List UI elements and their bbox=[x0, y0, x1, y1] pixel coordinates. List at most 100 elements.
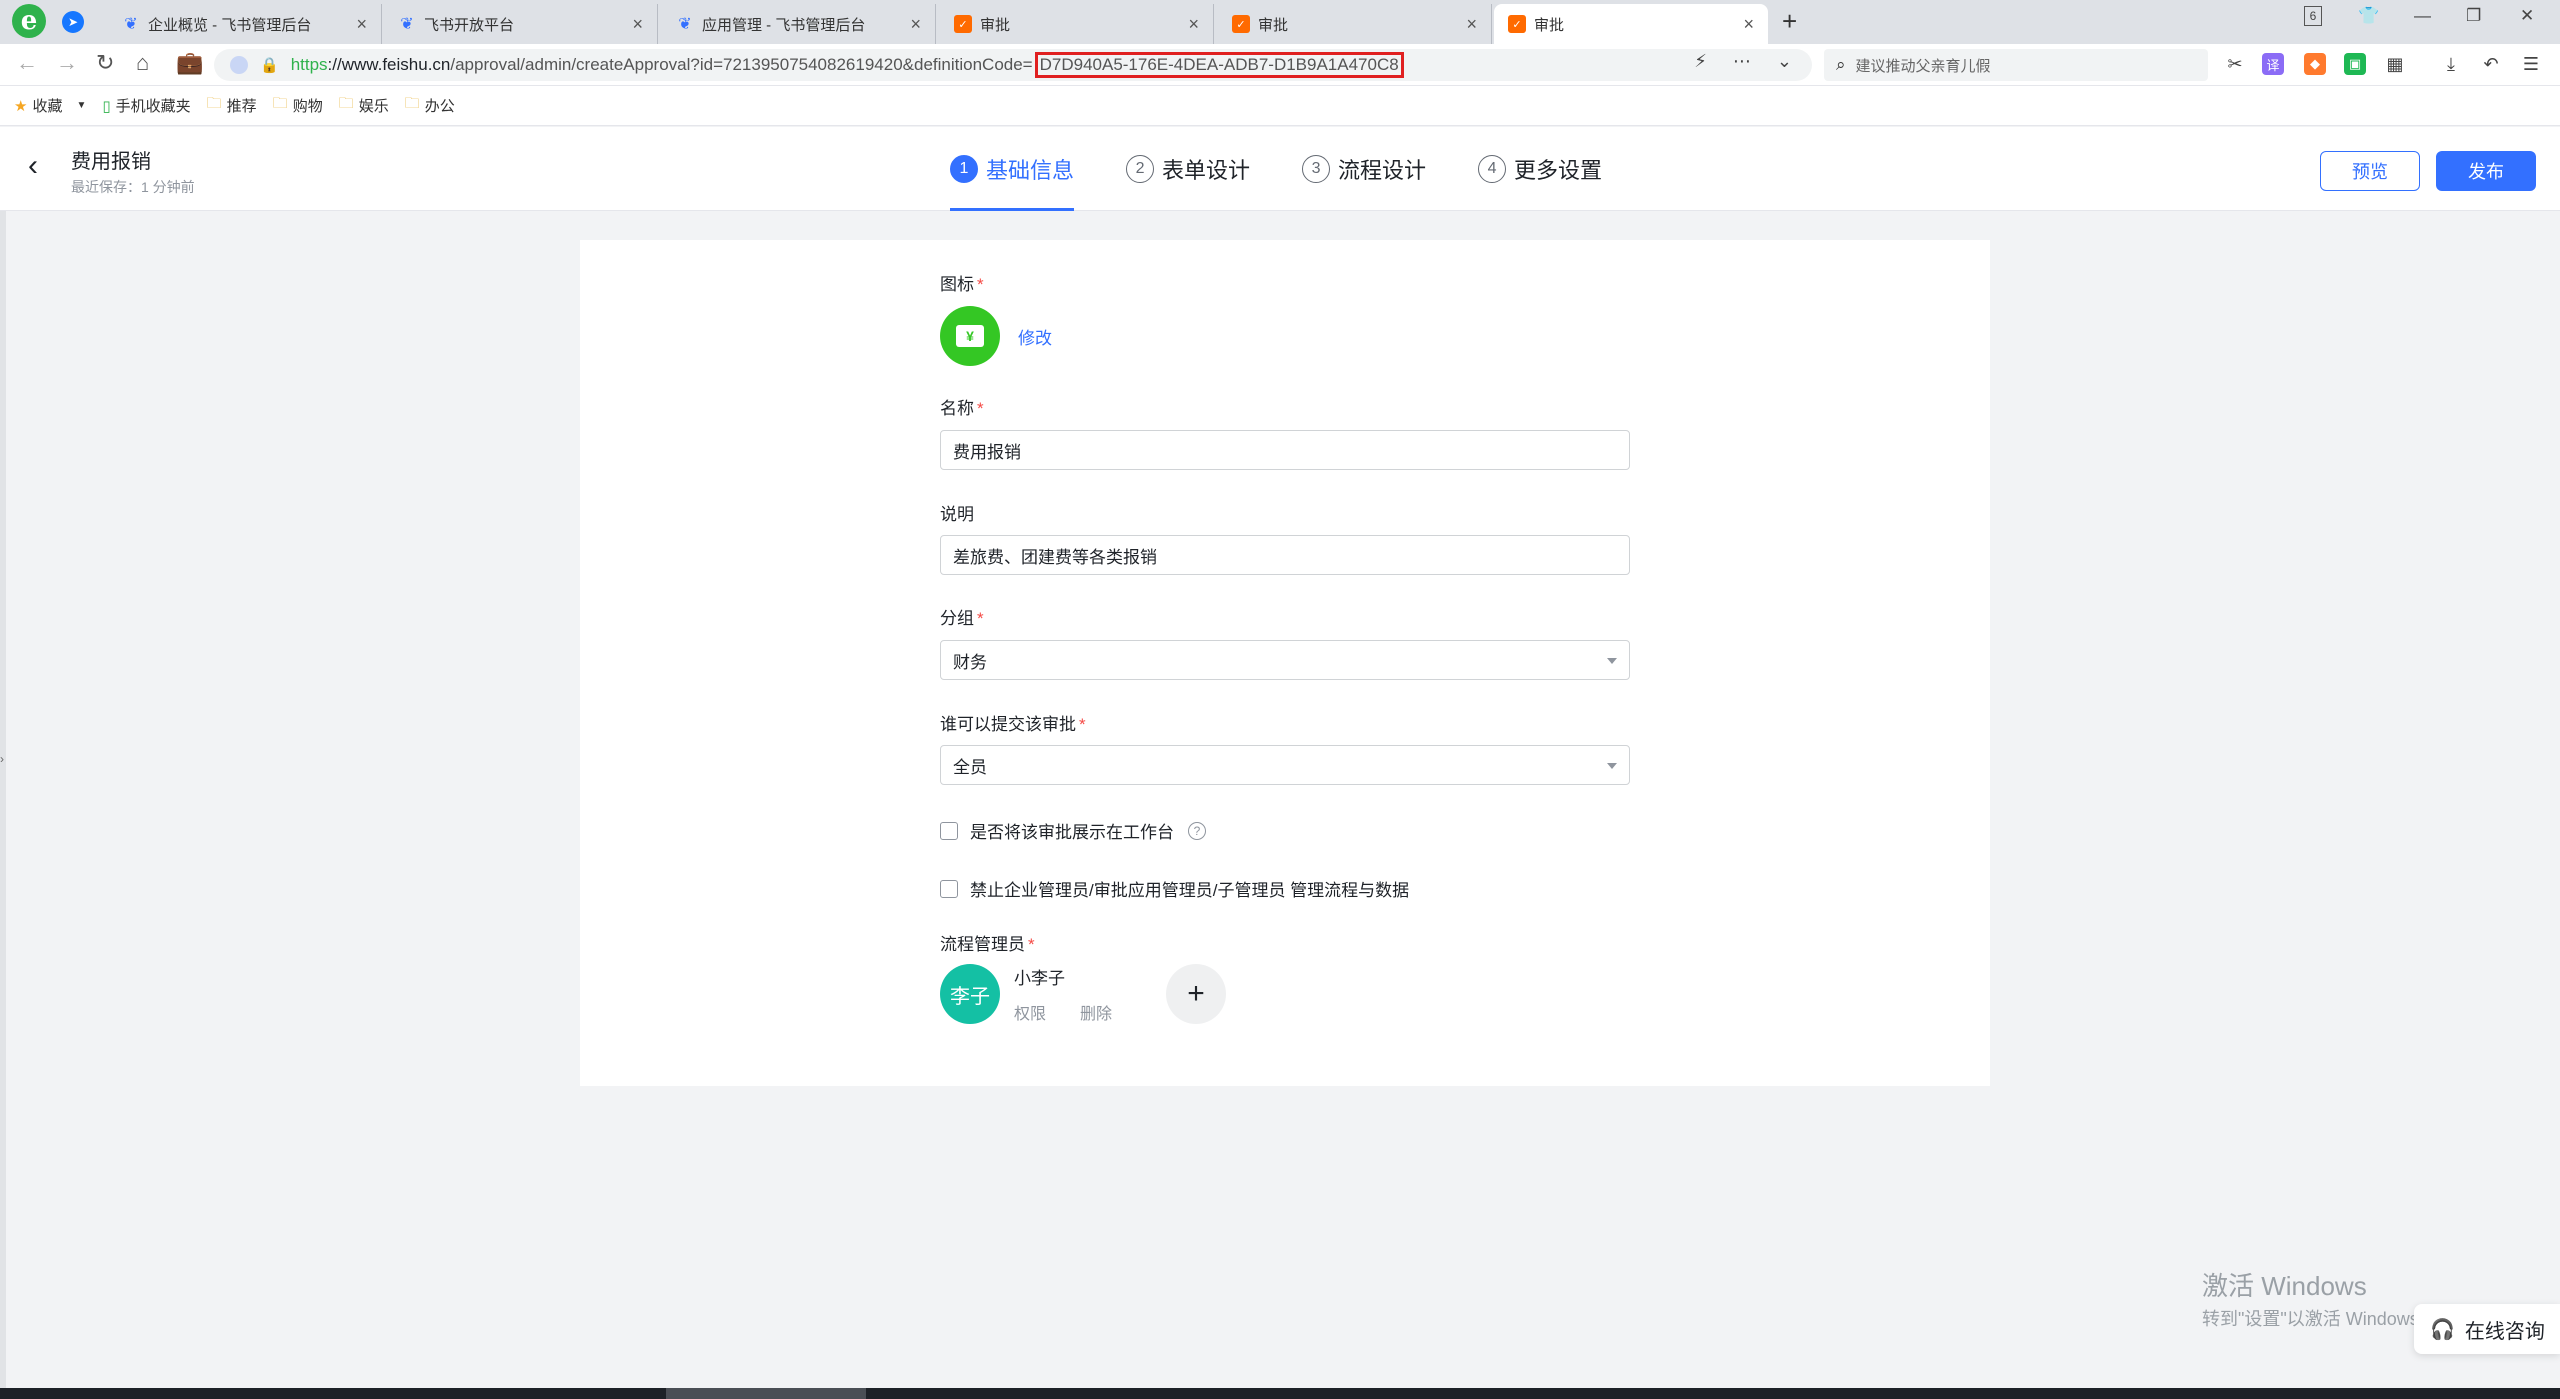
taskbar-item[interactable] bbox=[666, 1388, 866, 1399]
bookmark-entertainment[interactable]: 🗀 娱乐 bbox=[339, 93, 389, 118]
caret-down-icon bbox=[1607, 763, 1617, 769]
browser-tab-4[interactable]: ✓ 审批 × bbox=[940, 4, 1214, 44]
step-more-settings[interactable]: 4 更多设置 bbox=[1478, 127, 1602, 211]
skin-icon[interactable]: 👕 bbox=[2358, 6, 2379, 26]
browser-tab-3[interactable]: ❦ 应用管理 - 飞书管理后台 × bbox=[662, 4, 936, 44]
lightning-icon[interactable]: ⚡ bbox=[1694, 51, 1707, 72]
description-input[interactable]: 差旅费、团建费等各类报销 bbox=[940, 535, 1630, 575]
bill-icon: ¥ bbox=[956, 325, 984, 347]
bookmark-label: 办公 bbox=[424, 98, 455, 115]
game-icon[interactable]: ◆ bbox=[2304, 53, 2326, 75]
forbid-admin-checkbox[interactable] bbox=[940, 879, 958, 898]
close-icon[interactable]: × bbox=[1743, 14, 1754, 35]
step-label: 基础信息 bbox=[986, 158, 1075, 183]
bookmark-label: 手机收藏夹 bbox=[115, 98, 191, 115]
close-icon[interactable]: × bbox=[1188, 14, 1199, 35]
url-field[interactable]: 🔒 https://www.feishu.cn/approval/admin/c… bbox=[214, 49, 1812, 81]
home-icon[interactable]: ⌂ bbox=[136, 50, 149, 76]
wechat-icon[interactable]: ▣ bbox=[2344, 53, 2366, 75]
scissors-icon[interactable]: ✂ bbox=[2224, 53, 2246, 75]
bookmark-office[interactable]: 🗀 办公 bbox=[405, 93, 455, 118]
browser-tab-1[interactable]: ❦ 企业概览 - 飞书管理后台 × bbox=[108, 4, 382, 44]
folder-icon: 🗀 bbox=[206, 95, 222, 112]
tab-count-badge[interactable]: 6 bbox=[2304, 6, 2322, 26]
admin-name: 小李子 bbox=[1014, 969, 1065, 988]
step-process-design[interactable]: 3 流程设计 bbox=[1302, 127, 1426, 211]
step-basic-info[interactable]: 1 基础信息 bbox=[950, 127, 1075, 211]
feishu-icon: ❦ bbox=[124, 16, 138, 33]
close-icon[interactable]: × bbox=[1466, 14, 1477, 35]
refresh-icon[interactable]: ↻ bbox=[96, 50, 114, 76]
chevron-right-icon[interactable]: › bbox=[0, 752, 4, 766]
menu-icon[interactable]: ☰ bbox=[2520, 53, 2542, 75]
browser-tab-bar: e ➤ ❦ 企业概览 - 飞书管理后台 × ❦ 飞书开放平台 × ❦ 应用管理 … bbox=[0, 0, 2560, 44]
chevron-down-icon[interactable]: ▼ bbox=[76, 100, 86, 111]
step-number: 3 bbox=[1302, 155, 1331, 183]
close-icon[interactable]: × bbox=[910, 14, 921, 35]
more-icon[interactable]: ⋯ bbox=[1733, 51, 1751, 72]
new-tab-button[interactable]: + bbox=[1782, 6, 1797, 37]
shield-icon bbox=[230, 56, 248, 74]
label-text: 图标 bbox=[940, 275, 974, 294]
bookmark-recommend[interactable]: 🗀 推荐 bbox=[207, 93, 257, 118]
name-value: 费用报销 bbox=[953, 442, 1021, 462]
add-admin-button[interactable]: + bbox=[1166, 964, 1226, 1024]
back-icon[interactable]: ← bbox=[16, 50, 38, 76]
browser-logo-icon[interactable]: e bbox=[12, 4, 46, 38]
bookmark-mobile[interactable]: ▯ 手机收藏夹 bbox=[102, 95, 190, 116]
step-nav: 1 基础信息 2 表单设计 3 流程设计 4 更多设置 bbox=[950, 127, 1654, 211]
folder-icon: 🗀 bbox=[404, 95, 420, 112]
tab-title: 应用管理 - 飞书管理后台 bbox=[702, 16, 866, 34]
submitter-select[interactable]: 全员 bbox=[940, 745, 1630, 785]
form-card: 图标 * ¥ 修改 名称 * 费用报销 说明 差旅费、团建费等各类报销 分组 * 财务… bbox=[580, 240, 1990, 1086]
icon-field-label: 图标 * bbox=[940, 270, 984, 295]
caret-down-icon bbox=[1607, 658, 1617, 664]
minimize-icon[interactable]: — bbox=[2414, 6, 2431, 26]
process-admin-label: 流程管理员 * bbox=[940, 930, 1035, 955]
help-icon[interactable]: ? bbox=[1188, 821, 1206, 840]
browser-tab-6[interactable]: ✓ 审批 × bbox=[1494, 4, 1768, 44]
required-mark: * bbox=[977, 609, 984, 628]
bookmark-shopping[interactable]: 🗀 购物 bbox=[273, 93, 323, 118]
lock-icon: 🔒 bbox=[260, 57, 279, 74]
edit-icon-link[interactable]: 修改 bbox=[1018, 324, 1052, 349]
back-arrow-icon[interactable]: ‹ bbox=[28, 149, 38, 183]
app-header: ‹ 费用报销 最近保存：1 分钟前 1 基础信息 2 表单设计 3 流程设计 4… bbox=[0, 127, 2560, 211]
search-input[interactable]: ⌕ 建议推动父亲育儿假 bbox=[1824, 49, 2208, 81]
forward-icon[interactable]: → bbox=[56, 50, 78, 76]
apps-grid-icon[interactable]: ▦ bbox=[2384, 53, 2406, 75]
name-input[interactable]: 费用报销 bbox=[940, 430, 1630, 470]
approval-icon-preview[interactable]: ¥ bbox=[940, 306, 1000, 366]
step-label: 更多设置 bbox=[1514, 158, 1603, 183]
side-panel-edge[interactable] bbox=[0, 211, 6, 1388]
restore-icon[interactable]: ❐ bbox=[2466, 6, 2481, 26]
chevron-down-icon[interactable]: ⌄ bbox=[1777, 51, 1792, 72]
group-select[interactable]: 财务 bbox=[940, 640, 1630, 680]
translate-icon[interactable]: 译 bbox=[2262, 53, 2284, 75]
address-bar: ← → ↻ ⌂ 💼 🔒 https://www.feishu.cn/approv… bbox=[0, 44, 2560, 86]
bookmark-favorites[interactable]: ★ 收藏 ▼ bbox=[14, 95, 86, 116]
show-in-workbench-option[interactable]: 是否将该审批展示在工作台 ? bbox=[940, 818, 1206, 843]
undo-icon[interactable]: ↶ bbox=[2480, 53, 2502, 75]
admin-permission-link[interactable]: 权限 bbox=[1014, 1000, 1046, 1024]
publish-button[interactable]: 发布 bbox=[2436, 151, 2536, 191]
browser-tab-2[interactable]: ❦ 飞书开放平台 × bbox=[384, 4, 658, 44]
close-icon[interactable]: × bbox=[356, 14, 367, 35]
step-form-design[interactable]: 2 表单设计 bbox=[1126, 127, 1250, 211]
close-icon[interactable]: × bbox=[632, 14, 643, 35]
approval-icon: ✓ bbox=[1232, 15, 1250, 33]
send-icon[interactable]: ➤ bbox=[62, 11, 84, 33]
show-in-workbench-checkbox[interactable] bbox=[940, 821, 958, 840]
briefcase-icon[interactable]: 💼 bbox=[176, 50, 203, 76]
step-label: 流程设计 bbox=[1338, 158, 1427, 183]
browser-tab-5[interactable]: ✓ 审批 × bbox=[1218, 4, 1492, 44]
online-consult-button[interactable]: 🎧 在线咨询 bbox=[2414, 1304, 2560, 1354]
bookmark-label: 购物 bbox=[292, 98, 323, 115]
download-icon[interactable]: ⤓ bbox=[2440, 53, 2462, 75]
group-field-label: 分组 * bbox=[940, 604, 984, 629]
admin-delete-link[interactable]: 删除 bbox=[1080, 1000, 1112, 1024]
preview-button[interactable]: 预览 bbox=[2320, 151, 2420, 191]
close-window-icon[interactable]: ✕ bbox=[2520, 6, 2534, 26]
checkbox-label: 是否将该审批展示在工作台 bbox=[970, 823, 1174, 842]
forbid-admin-option[interactable]: 禁止企业管理员/审批应用管理员/子管理员 管理流程与数据 bbox=[940, 876, 1409, 901]
